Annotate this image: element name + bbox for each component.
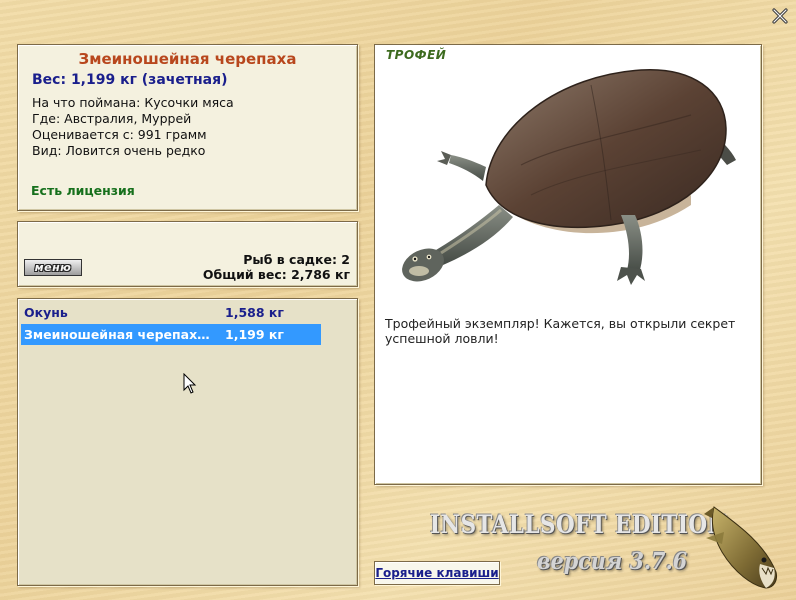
pike-logo-icon	[704, 506, 777, 589]
license-status: Есть лицензия	[31, 183, 135, 198]
list-item-name: Змеиношейная черепах…	[24, 327, 210, 342]
menu-button[interactable]: меню	[24, 259, 82, 276]
fish-threshold: Оценивается с: 991 грамм	[32, 127, 207, 142]
list-item-weight: 1,588 кг	[225, 305, 284, 320]
fish-bait: На что поймана: Кусочки мяса	[32, 95, 234, 110]
catch-summary-panel: меню Рыб в садке: 2 Общий вес: 2,786 кг	[17, 221, 358, 287]
close-icon[interactable]	[768, 4, 792, 28]
fish-weight: Вес: 1,199 кг (зачетная)	[32, 72, 228, 88]
list-item-name: Окунь	[24, 305, 68, 320]
fish-name: Змеиношейная черепаха	[78, 50, 297, 68]
fish-rarity: Вид: Ловится очень редко	[32, 143, 206, 158]
list-item[interactable]: Окунь 1,588 кг	[21, 302, 321, 323]
total-weight: Общий вес: 2,786 кг	[202, 267, 350, 282]
list-item-selected[interactable]: Змеиношейная черепах… 1,199 кг	[21, 324, 321, 345]
list-item-weight: 1,199 кг	[225, 327, 284, 342]
fish-count: Рыб в садке: 2	[243, 252, 350, 267]
brand-title: INSTALLSOFT EDITION	[430, 510, 728, 539]
fish-list-panel: Окунь 1,588 кг Змеиношейная черепах… 1,1…	[17, 298, 358, 586]
mouse-cursor-icon	[183, 373, 197, 394]
fish-info-panel: Змеиношейная черепаха Вес: 1,199 кг (зач…	[17, 44, 358, 211]
fish-location: Где: Австралия, Муррей	[32, 111, 192, 126]
trophy-photo-panel: ТРОФЕЙ Трофейный экземпляр! Кажется, вы …	[374, 44, 762, 485]
hotkeys-button[interactable]: Горячие клавиши	[374, 561, 500, 585]
trophy-description: Трофейный экземпляр! Кажется, вы открыли…	[385, 316, 736, 346]
turtle-image	[402, 69, 736, 285]
version-label: версия 3.7.6	[537, 548, 688, 575]
